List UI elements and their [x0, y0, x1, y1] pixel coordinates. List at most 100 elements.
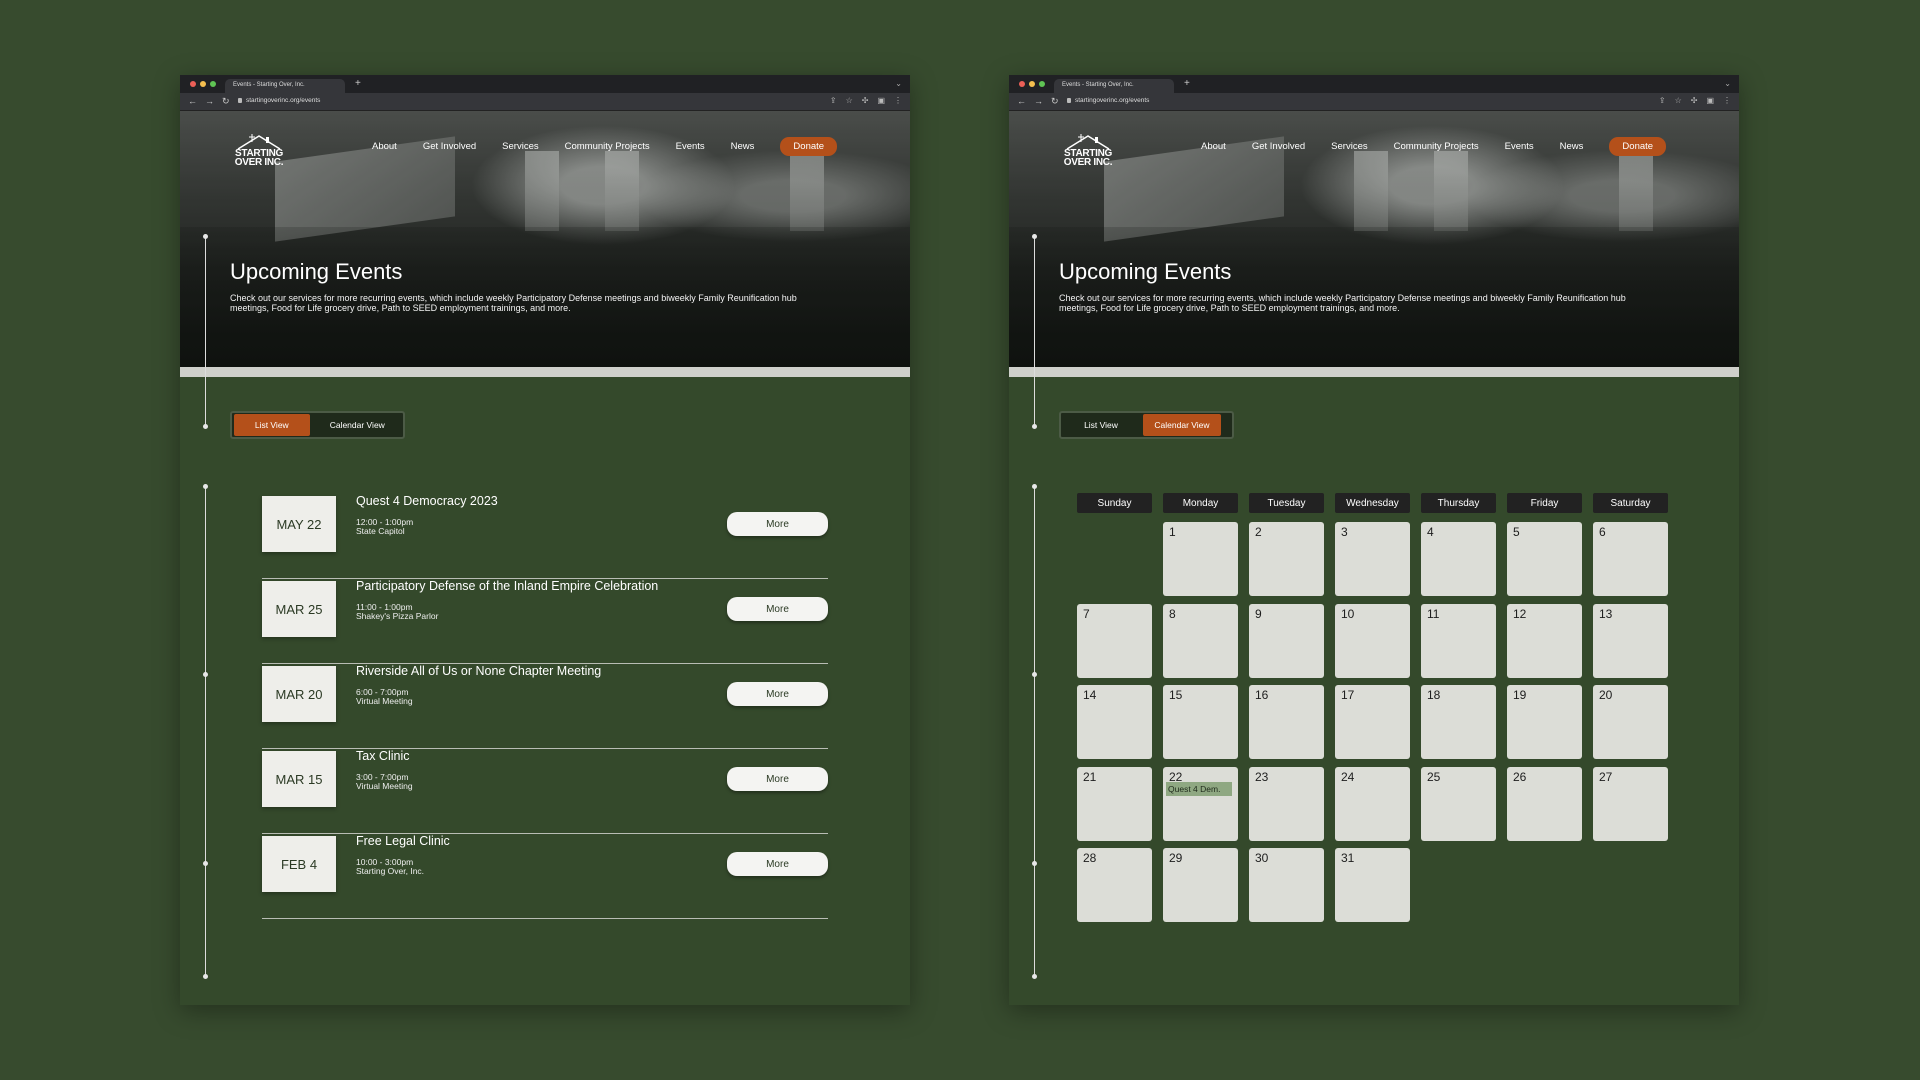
lock-icon — [1067, 98, 1071, 103]
forward-arrow-icon[interactable]: → — [205, 96, 214, 107]
calendar-day-cell[interactable]: 26 — [1507, 766, 1582, 841]
calendar-day-number: 13 — [1599, 606, 1613, 621]
menu-dots-icon[interactable]: ⋮ — [894, 96, 902, 105]
calendar-view-button[interactable]: Calendar View — [1143, 414, 1221, 436]
calendar-day-cell[interactable]: 8 — [1163, 603, 1238, 678]
chevron-down-icon[interactable]: ⌄ — [895, 79, 902, 88]
calendar-day-cell[interactable]: 3 — [1335, 522, 1410, 596]
calendar-day-cell[interactable]: 20 — [1593, 685, 1668, 759]
calendar-day-number: 16 — [1255, 688, 1269, 702]
minimize-window-icon[interactable] — [1029, 81, 1035, 87]
site-logo[interactable]: STARTING OVER INC. — [1059, 133, 1119, 168]
calendar-day-cell[interactable]: 18 — [1421, 685, 1496, 759]
calendar-day-cell[interactable]: 28 — [1077, 848, 1152, 922]
calendar-day-cell[interactable]: 29 — [1163, 848, 1238, 922]
more-button[interactable]: More — [727, 512, 828, 536]
maximize-window-icon[interactable] — [1039, 81, 1045, 87]
back-arrow-icon[interactable]: ← — [1017, 96, 1026, 107]
star-icon[interactable]: ☆ — [1675, 96, 1682, 105]
close-window-icon[interactable] — [1019, 81, 1025, 87]
calendar-day-cell[interactable]: 23 — [1249, 766, 1324, 841]
nav-community-projects[interactable]: Community Projects — [565, 141, 650, 152]
donate-button[interactable]: Donate — [1609, 137, 1667, 156]
calendar-day-cell[interactable]: 30 — [1249, 848, 1324, 922]
calendar-day-cell[interactable]: 12 — [1507, 603, 1582, 678]
calendar-event-chip[interactable]: Quest 4 Dem. — [1166, 781, 1232, 796]
nav-events[interactable]: Events — [1505, 141, 1534, 152]
maximize-window-icon[interactable] — [210, 81, 216, 87]
calendar-day-cell[interactable]: 14 — [1077, 685, 1152, 759]
forward-arrow-icon[interactable]: → — [1034, 96, 1043, 107]
nav-about[interactable]: About — [1201, 141, 1226, 152]
timeline-dot — [1032, 861, 1037, 866]
nav-services[interactable]: Services — [1331, 141, 1367, 152]
calendar-day-number: 4 — [1427, 525, 1434, 539]
calendar-day-cell[interactable]: 4 — [1421, 522, 1496, 596]
share-icon[interactable]: ⇪ — [1659, 96, 1666, 105]
calendar-day-cell[interactable]: 21 — [1077, 766, 1152, 841]
calendar-day-number: 26 — [1513, 769, 1527, 784]
reload-icon[interactable]: ↻ — [222, 96, 230, 107]
calendar-day-cell[interactable]: 15 — [1163, 685, 1238, 759]
menu-dots-icon[interactable]: ⋮ — [1723, 96, 1731, 105]
nav-get-involved[interactable]: Get Involved — [1252, 141, 1305, 152]
browser-tab[interactable]: Events - Starting Over, Inc. — [1054, 79, 1174, 93]
chevron-down-icon[interactable]: ⌄ — [1724, 79, 1731, 88]
calendar-day-cell[interactable]: 7 — [1077, 603, 1152, 678]
share-icon[interactable]: ⇪ — [830, 96, 837, 105]
calendar-day-cell[interactable]: 2 — [1249, 522, 1324, 596]
calendar-day-cell[interactable]: 17 — [1335, 685, 1410, 759]
star-icon[interactable]: ☆ — [846, 96, 853, 105]
extensions-icon[interactable]: ✣ — [1691, 96, 1698, 105]
calendar-day-cell[interactable]: 27 — [1593, 766, 1668, 841]
calendar-day-cell[interactable]: 22 Quest 4 Dem. — [1163, 766, 1238, 841]
url-field[interactable]: startingoverinc.org/events — [238, 97, 320, 104]
browser-tab-bar: Events - Starting Over, Inc. + ⌄ — [180, 75, 910, 93]
back-arrow-icon[interactable]: ← — [188, 96, 197, 107]
calendar-day-cell[interactable]: 5 — [1507, 522, 1582, 596]
calendar-day-cell[interactable]: 1 — [1163, 522, 1238, 596]
calendar-day-cell[interactable]: 13 — [1593, 603, 1668, 678]
sidepanel-icon[interactable]: ▣ — [1706, 96, 1714, 105]
calendar-day-cell[interactable]: 31 — [1335, 848, 1410, 922]
nav-services[interactable]: Services — [502, 141, 538, 152]
nav-events[interactable]: Events — [676, 141, 705, 152]
nav-news[interactable]: News — [731, 141, 755, 152]
page-description: Check out our services for more recurrin… — [1059, 293, 1626, 313]
more-button[interactable]: More — [727, 852, 828, 876]
event-title: Quest 4 Democracy 2023 — [356, 494, 498, 508]
list-view-button[interactable]: List View — [234, 414, 310, 436]
timeline-dot — [1032, 424, 1037, 429]
extensions-icon[interactable]: ✣ — [862, 96, 869, 105]
reload-icon[interactable]: ↻ — [1051, 96, 1059, 107]
calendar-day-cell[interactable]: 10 — [1335, 603, 1410, 678]
sidepanel-icon[interactable]: ▣ — [877, 96, 885, 105]
site-logo[interactable]: STARTING OVER INC. — [230, 133, 290, 168]
calendar-view-button[interactable]: Calendar View — [314, 414, 401, 436]
nav-get-involved[interactable]: Get Involved — [423, 141, 476, 152]
calendar-day-number: 28 — [1083, 851, 1097, 865]
calendar-day-number: 11 — [1427, 606, 1440, 621]
url-field[interactable]: startingoverinc.org/events — [1067, 97, 1149, 104]
calendar-day-cell[interactable]: 6 — [1593, 522, 1668, 596]
more-button[interactable]: More — [727, 682, 828, 706]
browser-tab[interactable]: Events - Starting Over, Inc. — [225, 79, 345, 93]
calendar-day-cell[interactable]: 24 — [1335, 766, 1410, 841]
nav-news[interactable]: News — [1560, 141, 1584, 152]
more-button[interactable]: More — [727, 767, 828, 791]
calendar-day-cell[interactable]: 11 — [1421, 603, 1496, 678]
minimize-window-icon[interactable] — [200, 81, 206, 87]
calendar-day-cell[interactable]: 9 — [1249, 603, 1324, 678]
close-window-icon[interactable] — [190, 81, 196, 87]
calendar-day-cell[interactable]: 25 — [1421, 766, 1496, 841]
nav-about[interactable]: About — [372, 141, 397, 152]
new-tab-icon[interactable]: + — [1184, 78, 1190, 89]
more-button[interactable]: More — [727, 597, 828, 621]
list-view-button[interactable]: List View — [1063, 414, 1139, 436]
calendar-day-cell[interactable]: 16 — [1249, 685, 1324, 759]
new-tab-icon[interactable]: + — [355, 78, 361, 89]
nav-community-projects[interactable]: Community Projects — [1394, 141, 1479, 152]
donate-button[interactable]: Donate — [780, 137, 838, 156]
window-controls — [1019, 81, 1045, 87]
calendar-day-cell[interactable]: 19 — [1507, 685, 1582, 759]
